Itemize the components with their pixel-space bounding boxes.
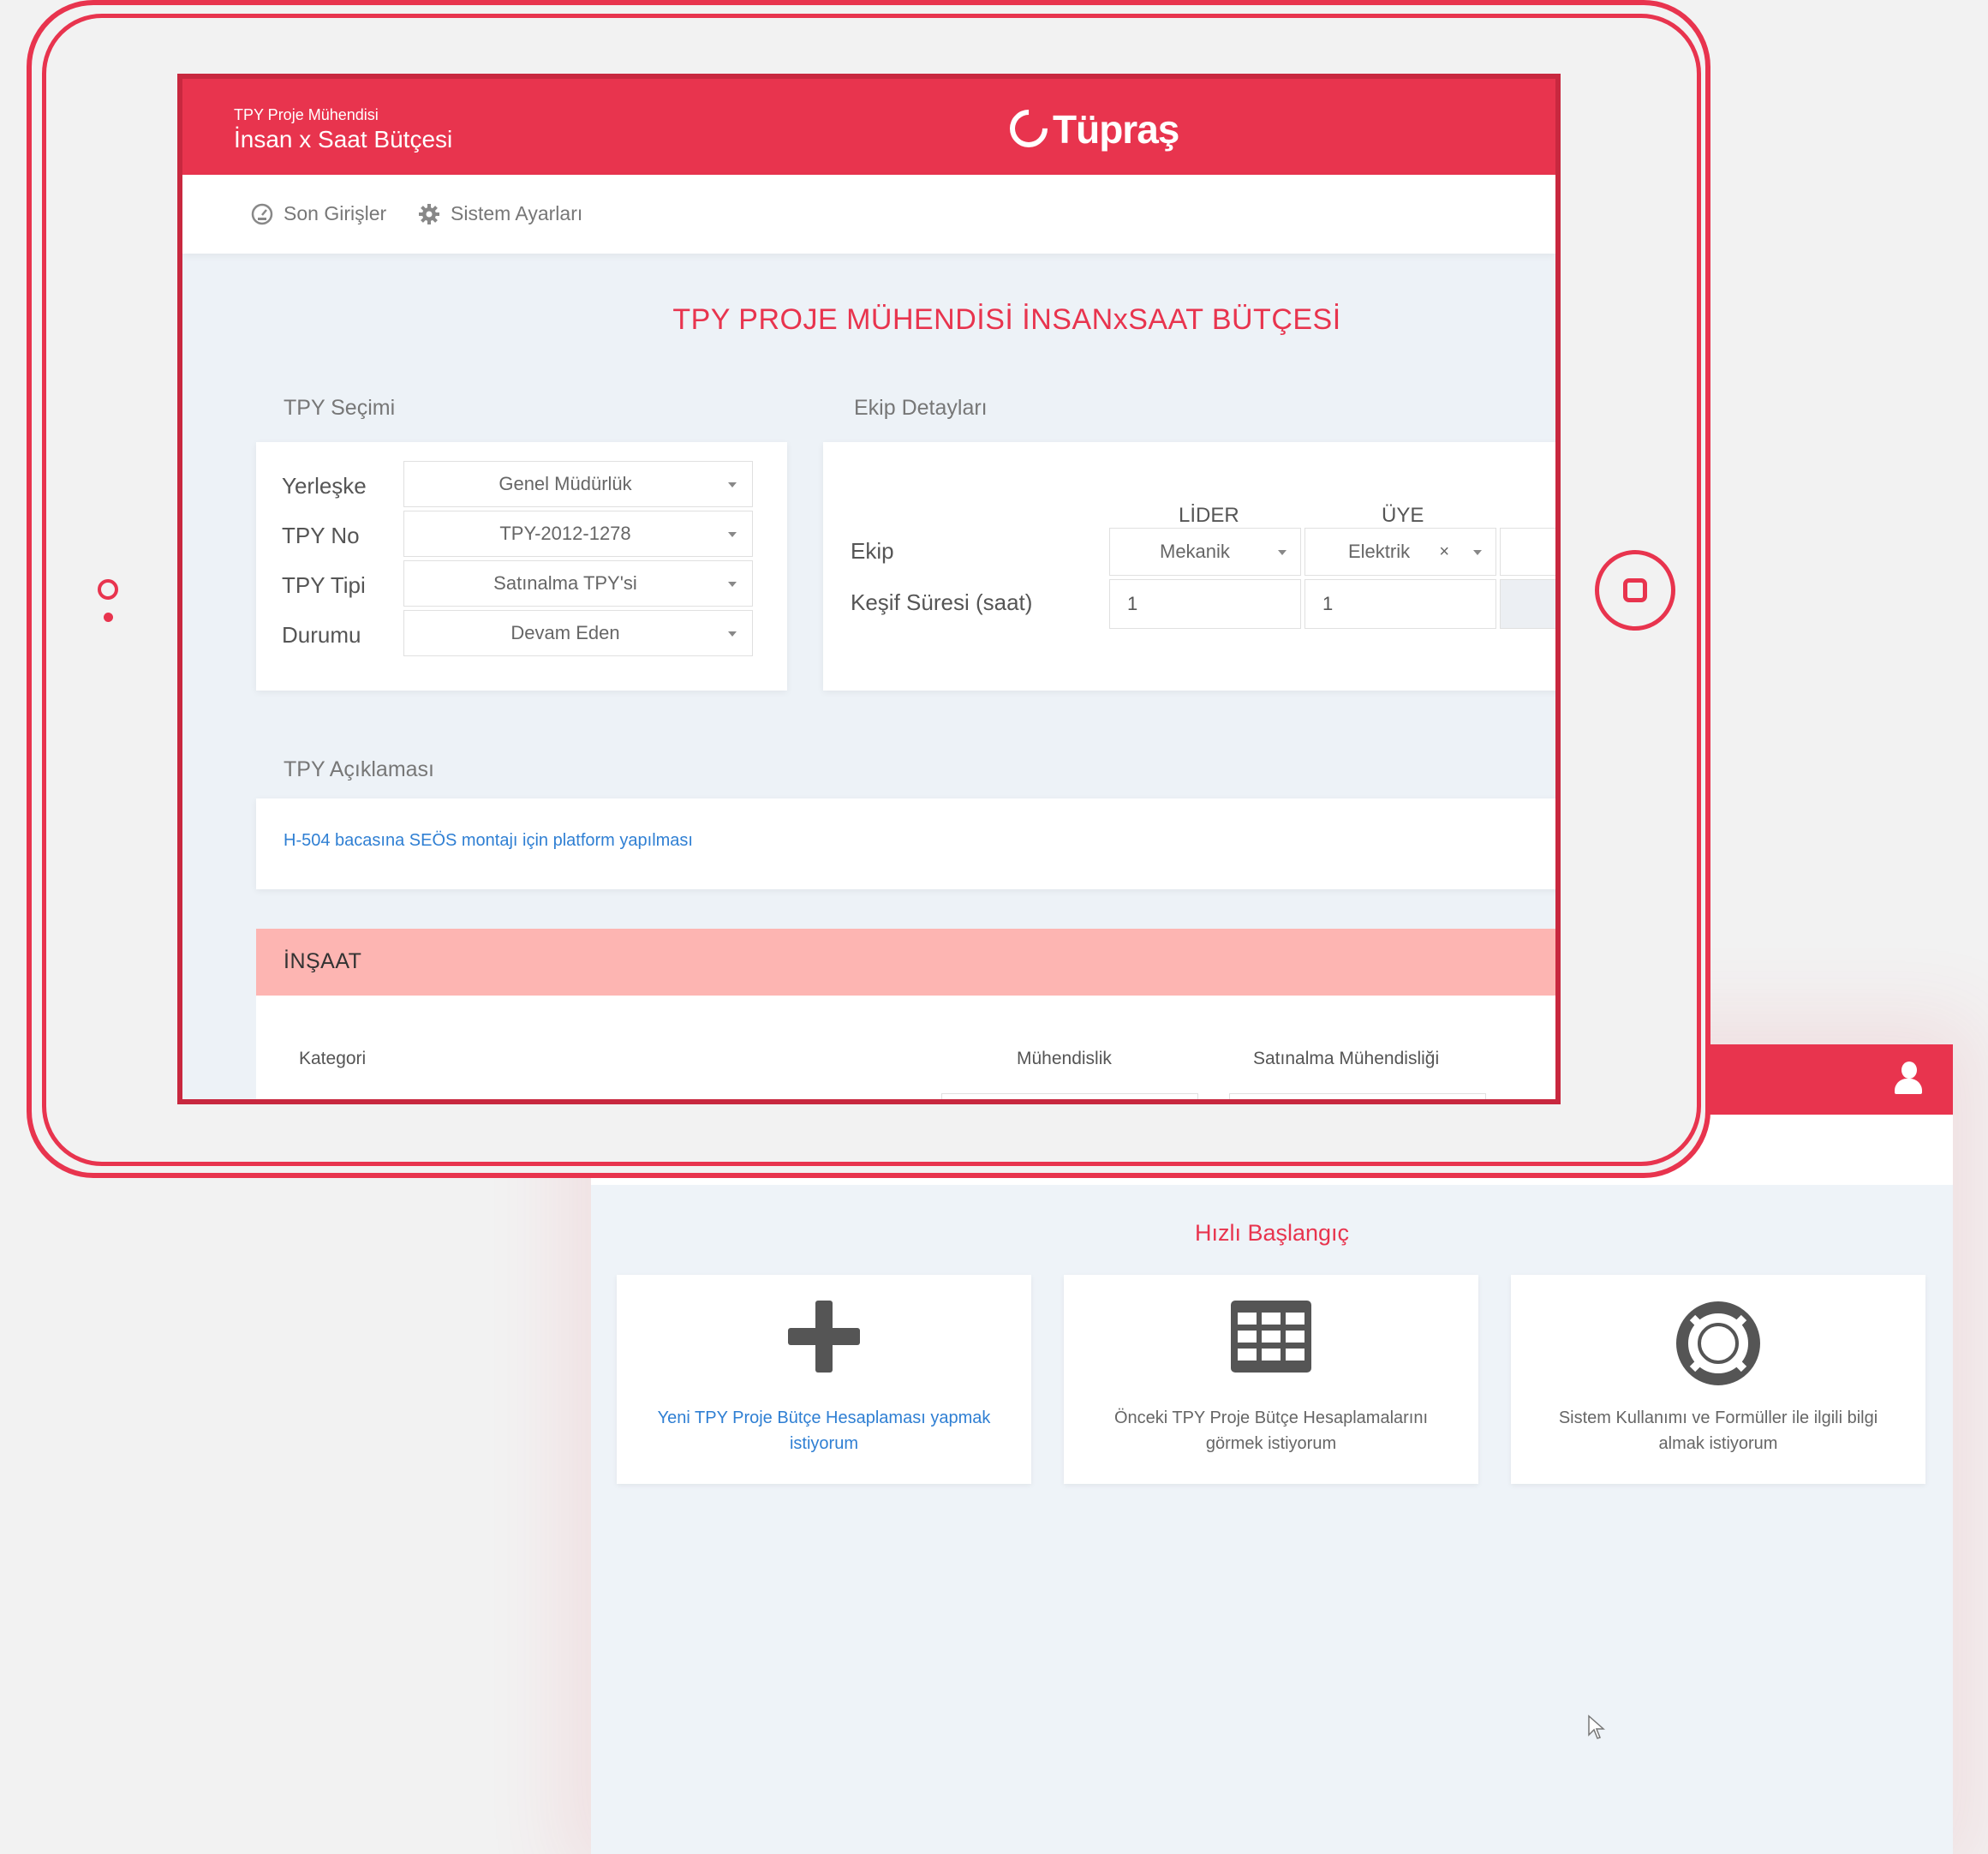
tablet-camera-icon — [98, 579, 118, 600]
tpy-no-value: TPY-2012-1278 — [499, 523, 631, 544]
insaat-section-title: İNŞAAT — [284, 949, 362, 973]
tpy-selection-heading: TPY Seçimi — [284, 396, 396, 420]
extra-survey-hours-input — [1500, 579, 1555, 629]
insaat-section-body: Kategori Mühendislik Satınalma Mühendisl… — [256, 996, 1555, 1099]
description-panel: H-504 bacasına SEÖS montajı için platfor… — [256, 798, 1555, 889]
speedometer-icon — [251, 203, 273, 224]
lifebuoy-icon — [1676, 1301, 1760, 1385]
campus-select[interactable]: Genel Müdürlük — [403, 461, 753, 507]
member-team-select[interactable]: Elektrik × — [1304, 528, 1496, 576]
clear-icon[interactable]: × — [1439, 529, 1449, 575]
user-icon[interactable] — [1891, 1060, 1925, 1099]
app-navbar: Son Girişler Sistem Ayarları — [182, 175, 1555, 254]
campus-label: Yerleşke — [282, 473, 367, 499]
leader-survey-hours-input[interactable]: 1 — [1109, 579, 1301, 629]
quick-start-card-text: Yeni TPY Proje Bütçe Hesaplaması yapmak … — [657, 1408, 991, 1453]
member-column-heading: ÜYE — [1382, 504, 1424, 527]
team-details-heading: Ekip Detayları — [854, 396, 988, 420]
status-select[interactable]: Devam Eden — [403, 610, 753, 656]
page-title: TPY PROJE MÜHENDİSİ İNSANxSAAT BÜTÇESİ — [672, 303, 1341, 336]
member-team-value: Elektrik — [1348, 541, 1411, 562]
brand-name: Tüpraş — [1053, 107, 1179, 152]
engineering-column-heading: Mühendislik — [1017, 1049, 1112, 1068]
tpy-type-label: TPY Tipi — [282, 572, 366, 598]
chevron-down-icon — [728, 532, 737, 537]
description-heading: TPY Açıklaması — [284, 757, 434, 781]
app-title: İnsan x Saat Bütçesi — [234, 126, 453, 153]
chevron-down-icon — [1473, 550, 1482, 555]
app-subtitle: TPY Proje Mühendisi — [234, 106, 379, 123]
chevron-down-icon — [728, 482, 737, 487]
leader-column-heading: LİDER — [1179, 504, 1239, 527]
description-text: H-504 bacasına SEÖS montajı için platfor… — [284, 831, 693, 850]
extra-team-select[interactable] — [1500, 528, 1555, 576]
nav-item-label: Sistem Ayarları — [451, 202, 583, 224]
insaat-section-header[interactable]: İNŞAAT — [256, 929, 1555, 996]
quick-start-card-text: Önceki TPY Proje Bütçe Hesaplamalarını g… — [1113, 1408, 1429, 1453]
procurement-engineering-column-heading: Satınalma Mühendisliği — [1253, 1049, 1440, 1068]
chevron-down-icon — [1278, 550, 1287, 555]
grid-table-icon — [1231, 1301, 1311, 1373]
nav-item-system-settings[interactable]: Sistem Ayarları — [418, 202, 582, 225]
campus-value: Genel Müdürlük — [498, 473, 632, 494]
engineering-input[interactable] — [941, 1093, 1198, 1099]
tablet-screen: TPY Proje Mühendisi İnsan x Saat Bütçesi… — [177, 74, 1561, 1104]
tpy-no-label: TPY No — [282, 523, 360, 548]
tpy-type-value: Satınalma TPY'si — [493, 572, 637, 594]
quick-start-card-previous-calculations[interactable]: Önceki TPY Proje Bütçe Hesaplamalarını g… — [1064, 1275, 1478, 1484]
team-label: Ekip — [851, 538, 894, 564]
brand-logo-icon — [1001, 101, 1056, 156]
team-details-panel: LİDER ÜYE Ekip Keşif Süresi (saat) Mekan… — [823, 442, 1555, 691]
leader-survey-hours-value: 1 — [1127, 593, 1138, 614]
tablet-sensor-icon — [104, 613, 113, 622]
category-column-heading: Kategori — [299, 1049, 367, 1068]
tpy-type-select[interactable]: Satınalma TPY'si — [403, 560, 753, 607]
quick-start-title: Hızlı Başlangıç — [1194, 1220, 1350, 1246]
status-label: Durumu — [282, 622, 361, 648]
tpy-selection-header: TPY Seçimi — [256, 374, 787, 442]
mouse-cursor-icon — [1588, 1714, 1605, 1739]
quick-start-card-help[interactable]: Sistem Kullanımı ve Formüller ile ilgili… — [1511, 1275, 1925, 1484]
tpy-selection-panel: Yerleşke Genel Müdürlük TPY No TPY-2012-… — [256, 442, 787, 691]
tpy-no-select[interactable]: TPY-2012-1278 — [403, 511, 753, 557]
leader-team-value: Mekanik — [1160, 541, 1230, 562]
status-value: Devam Eden — [510, 622, 620, 643]
survey-hours-label: Keşif Süresi (saat) — [851, 589, 1033, 615]
app-header: TPY Proje Mühendisi İnsan x Saat Bütçesi… — [182, 79, 1555, 175]
nav-item-label: Son Girişler — [284, 202, 387, 224]
nav-item-recent-logins[interactable]: Son Girişler — [251, 202, 386, 225]
leader-team-select[interactable]: Mekanik — [1109, 528, 1301, 576]
plus-icon — [788, 1301, 860, 1373]
member-survey-hours-value: 1 — [1322, 593, 1334, 614]
chevron-down-icon — [728, 582, 737, 587]
chevron-down-icon — [728, 631, 737, 637]
member-survey-hours-input[interactable]: 1 — [1304, 579, 1496, 629]
gear-icon — [419, 203, 439, 224]
quick-start-card-text: Sistem Kullanımı ve Formüller ile ilgili… — [1558, 1408, 1878, 1453]
tablet-home-button[interactable] — [1595, 550, 1675, 631]
quick-start-card-new-calculation[interactable]: Yeni TPY Proje Bütçe Hesaplaması yapmak … — [617, 1275, 1031, 1484]
procurement-engineering-input[interactable] — [1229, 1093, 1486, 1099]
